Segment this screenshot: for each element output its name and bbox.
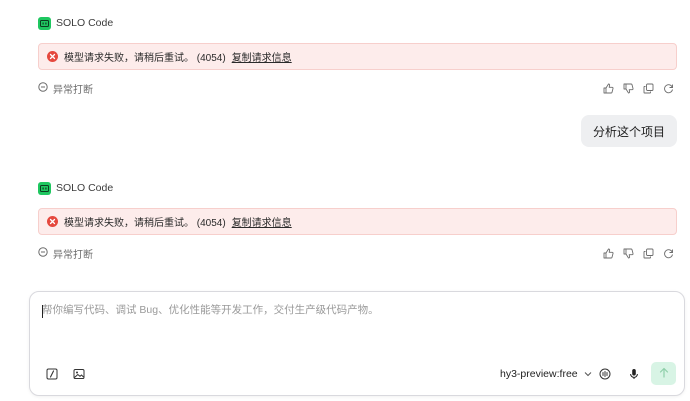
thumbs-up-icon[interactable]: [602, 247, 614, 259]
microphone-icon[interactable]: [627, 367, 641, 381]
model-name: hy3-preview:free: [500, 368, 578, 380]
agent-header-1: SOLO Code: [38, 15, 113, 31]
message-status-row-1: 异常打断: [38, 80, 677, 96]
agent-name: SOLO Code: [56, 182, 114, 194]
user-message-bubble: 分析这个项目: [580, 115, 677, 147]
solo-logo-icon: [38, 16, 51, 30]
error-message: 模型请求失败，请稍后重试。 (4054): [64, 53, 226, 64]
interrupt-status: 异常打断: [38, 81, 93, 96]
minus-circle-icon: [38, 81, 48, 95]
interrupt-label: 异常打断: [53, 84, 93, 96]
error-banner-1: 模型请求失败，请稍后重试。 (4054) 复制请求信息: [38, 43, 677, 70]
minus-circle-icon: [38, 246, 48, 260]
composer: hy3-preview:free: [29, 291, 685, 396]
send-button[interactable]: [651, 362, 676, 385]
agent-header-2: SOLO Code: [38, 180, 113, 196]
copy-request-info-link[interactable]: 复制请求信息: [232, 49, 292, 64]
message-actions: [602, 247, 677, 259]
arrow-up-icon: [659, 367, 669, 381]
prompt-input[interactable]: [42, 304, 662, 316]
model-selector[interactable]: hy3-preview:free: [500, 366, 592, 382]
error-banner-2: 模型请求失败，请稍后重试。 (4054) 复制请求信息: [38, 208, 677, 235]
error-icon: [47, 216, 58, 227]
voice-chat-icon[interactable]: [598, 367, 612, 381]
error-message: 模型请求失败，请稍后重试。 (4054): [64, 218, 226, 229]
chevron-down-icon: [584, 368, 592, 380]
interrupt-status: 异常打断: [38, 246, 93, 261]
text-cursor: [42, 305, 43, 318]
copy-icon[interactable]: [642, 82, 654, 94]
copy-icon[interactable]: [642, 247, 654, 259]
command-slash-icon[interactable]: [45, 367, 59, 381]
interrupt-label: 异常打断: [53, 249, 93, 261]
thumbs-down-icon[interactable]: [622, 247, 634, 259]
message-status-row-2: 异常打断: [38, 245, 677, 261]
retry-icon[interactable]: [662, 247, 674, 259]
error-icon: [47, 51, 58, 62]
retry-icon[interactable]: [662, 82, 674, 94]
message-actions: [602, 82, 677, 94]
image-upload-icon[interactable]: [72, 367, 86, 381]
copy-request-info-link[interactable]: 复制请求信息: [232, 214, 292, 229]
thumbs-down-icon[interactable]: [622, 82, 634, 94]
solo-logo-icon: [38, 181, 51, 195]
thumbs-up-icon[interactable]: [602, 82, 614, 94]
agent-name: SOLO Code: [56, 17, 114, 29]
